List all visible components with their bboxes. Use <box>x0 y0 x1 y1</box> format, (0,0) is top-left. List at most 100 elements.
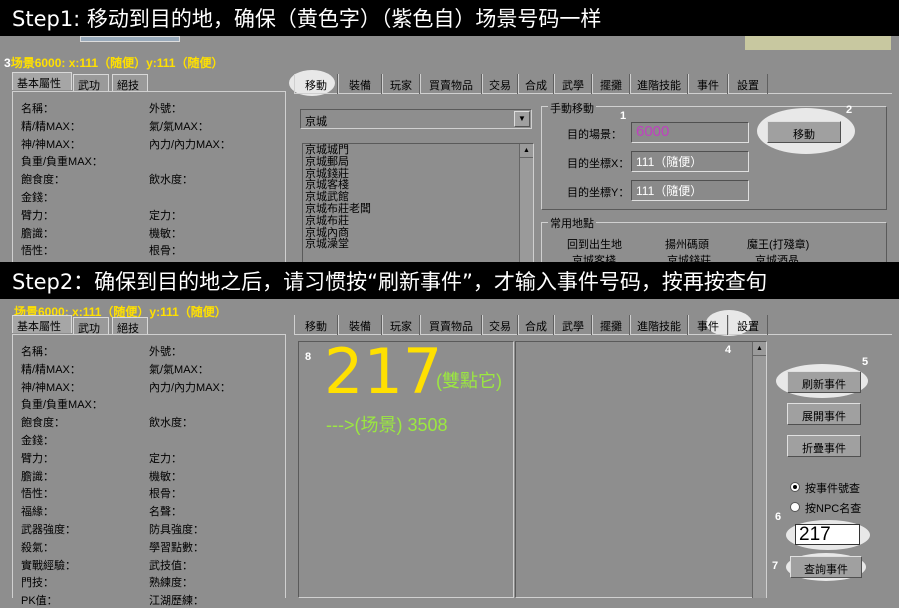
marker-3: 3 <box>4 56 11 70</box>
tab-martial[interactable]: 武功 <box>73 74 109 92</box>
target-x-label: 目的坐標X： <box>567 158 630 170</box>
stat-label: 名聲： <box>149 506 182 519</box>
stat-label: 神/神MAX： <box>21 381 81 394</box>
tab-skills[interactable]: 絕技 <box>112 74 148 92</box>
tab-0[interactable]: 移動 <box>294 315 338 335</box>
stat-label: 實戰經驗： <box>21 559 76 572</box>
query-event-button[interactable]: 查詢事件 <box>790 556 862 578</box>
tab-basic-attr[interactable]: 基本屬性 <box>12 72 72 90</box>
tab-8[interactable]: 進階技能 <box>630 315 688 335</box>
scroll-up-icon[interactable]: ▲ <box>520 144 533 158</box>
tab-6[interactable]: 武學 <box>554 315 592 335</box>
common-places-title: 常用地點 <box>548 215 596 231</box>
target-scene-label: 目的場景： <box>567 129 622 141</box>
target-y-input[interactable]: 111（隨便） <box>631 180 749 201</box>
stat-label: 外號： <box>149 103 182 115</box>
marker-6: 6 <box>775 511 782 523</box>
tab-martial-2[interactable]: 武功 <box>73 317 109 335</box>
stat-label: 膽識： <box>21 470 54 483</box>
place-yangzhou[interactable]: 揚州碼頭 <box>665 236 709 252</box>
stat-label: 飲水度： <box>149 174 193 187</box>
event-detail[interactable] <box>515 341 767 598</box>
stat-label: 悟性： <box>21 245 54 258</box>
stat-label: 精/精MAX： <box>21 363 81 376</box>
stat-label: 神/神MAX： <box>21 138 81 151</box>
target-x-input[interactable]: 111（隨便） <box>631 151 749 172</box>
tab-1[interactable]: 裝備 <box>338 74 382 94</box>
top-button-partial[interactable] <box>745 36 891 50</box>
list-scrollbar[interactable]: ▲ <box>519 144 533 262</box>
tab-3[interactable]: 買賣物品 <box>420 74 482 94</box>
stat-label: 熟練度： <box>149 577 193 590</box>
marker-1: 1 <box>620 110 627 122</box>
stat-label: 機敏： <box>149 227 182 240</box>
stat-label: 根骨： <box>149 245 182 258</box>
tab-7[interactable]: 擺攤 <box>592 315 630 335</box>
marker-8: 8 <box>305 351 312 363</box>
list-item[interactable]: 京城布莊 <box>303 215 533 228</box>
attr-box-2: 名稱： 外號： 精/精MAX： 氣/氣MAX： 神/神MAX： 內力/內力MAX： 負重/負… <box>12 334 286 607</box>
location-dropdown[interactable]: 京城 ▼ <box>300 109 532 129</box>
stat-label: PK值： <box>21 595 58 608</box>
event-query-input[interactable]: 217 <box>795 524 860 545</box>
tab-10[interactable]: 設置 <box>728 74 768 94</box>
tab-2[interactable]: 玩家 <box>382 74 420 94</box>
stat-label: 臂力： <box>21 452 54 465</box>
tab-5[interactable]: 合成 <box>518 74 554 94</box>
location-items: 京城城門 京城郵局 京城錢莊 京城客棧 京城武館 京城布莊老闆 京城布莊 京城內商 京城澡堂 <box>303 144 533 251</box>
place-birth[interactable]: 回到出生地 <box>567 236 622 252</box>
radio-npc-name[interactable] <box>790 502 800 512</box>
stat-label: 根骨： <box>149 488 182 501</box>
expand-event-button[interactable]: 展開事件 <box>787 403 861 425</box>
top-input-partial[interactable] <box>80 36 180 42</box>
tab-10[interactable]: 設置 <box>728 315 768 335</box>
marker-5: 5 <box>862 356 869 368</box>
marker-4: 4 <box>725 344 732 356</box>
tab-3[interactable]: 買賣物品 <box>420 315 482 335</box>
stat-label: 機敏： <box>149 470 182 483</box>
tab-9[interactable]: 事件 <box>688 74 728 94</box>
target-scene-input[interactable]: 6000 <box>631 122 749 143</box>
tab-7[interactable]: 擺攤 <box>592 74 630 94</box>
step2-panel: 场景6000: x:111（随便）y:111（随便） 基本屬性 武功 絕技 名稱… <box>0 299 899 607</box>
stat-label: 外號： <box>149 346 182 358</box>
event-big-number: 217 <box>324 335 443 408</box>
tab-5[interactable]: 合成 <box>518 315 554 335</box>
place-demon[interactable]: 魔王(打殘章) <box>747 236 809 252</box>
tab-0[interactable]: 移動 <box>294 74 338 94</box>
stat-label: 負重/負重MAX： <box>21 399 103 412</box>
stat-label: 武技值： <box>149 559 193 572</box>
refresh-event-button[interactable]: 刷新事件 <box>787 371 861 393</box>
stat-label: 飲水度： <box>149 417 193 430</box>
tab-1[interactable]: 裝備 <box>338 315 382 335</box>
tab-6[interactable]: 武學 <box>554 74 592 94</box>
chevron-down-icon[interactable]: ▼ <box>514 111 530 127</box>
stat-label: 臂力： <box>21 209 54 222</box>
tab-skills-2[interactable]: 絕技 <box>112 317 148 335</box>
stat-label: 武器強度： <box>21 524 76 536</box>
event-scrollbar[interactable]: ▲ <box>752 342 766 598</box>
manual-move-title: 手動移動 <box>548 100 596 116</box>
list-item[interactable]: 京城郵局 <box>303 156 533 169</box>
list-item[interactable]: 京城澡堂 <box>303 239 533 251</box>
event-note: (雙點它) <box>436 371 502 391</box>
stat-label: 精/精MAX： <box>21 120 81 133</box>
tab-basic-attr-2[interactable]: 基本屬性 <box>12 315 72 333</box>
list-item[interactable]: 京城布莊老闆 <box>303 203 533 216</box>
location-list[interactable]: 京城城門 京城郵局 京城錢莊 京城客棧 京城武館 京城布莊老闆 京城布莊 京城內商 京城澡堂 ▲ <box>302 143 534 263</box>
stat-label: 殺氣： <box>21 541 54 554</box>
scroll-up-icon-2[interactable]: ▲ <box>753 342 766 356</box>
tab-2[interactable]: 玩家 <box>382 315 420 335</box>
stat-label: 內力/內力MAX： <box>149 138 231 151</box>
stat-label: 名稱： <box>21 346 54 358</box>
radio-npc-name-label: 按NPC名查 <box>805 503 862 515</box>
tab-4[interactable]: 交易 <box>482 74 518 94</box>
target-y-label: 目的坐標Y： <box>567 187 630 199</box>
event-arrow: --->(场景) 3508 <box>326 415 448 435</box>
radio-event-id[interactable] <box>790 482 800 492</box>
tab-9[interactable]: 事件 <box>688 315 728 335</box>
collapse-event-button[interactable]: 折疊事件 <box>787 435 861 457</box>
tab-4[interactable]: 交易 <box>482 315 518 335</box>
tab-8[interactable]: 進階技能 <box>630 74 688 94</box>
move-button[interactable]: 移動 <box>767 121 841 143</box>
